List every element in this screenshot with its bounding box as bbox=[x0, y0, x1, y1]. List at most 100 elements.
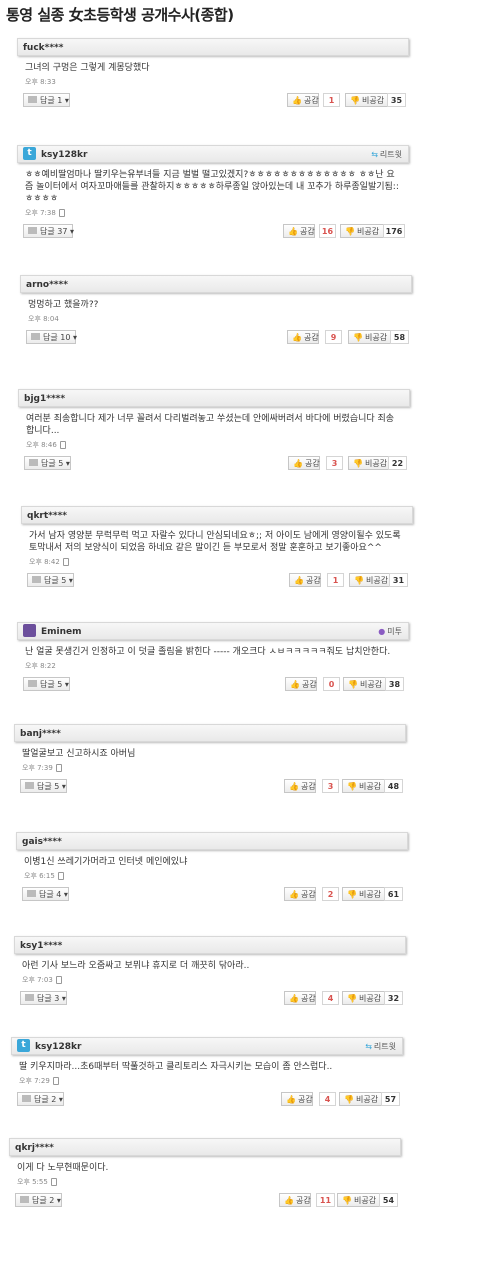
comment-author[interactable]: banj**** bbox=[20, 729, 61, 739]
thumbs-up-icon: 👍 bbox=[289, 890, 299, 899]
comment: t ksy128kr ⇆ 리트윗 ㅎㅎ예비딸엄마나 딸키우는유부녀들 지금 벌벌 떨… bbox=[17, 145, 409, 241]
reply-button[interactable]: 답글 5 ▾ bbox=[20, 779, 67, 793]
comment-time: 오후 7:38 bbox=[17, 205, 409, 218]
comment-author[interactable]: bjg1**** bbox=[24, 394, 65, 404]
reply-button[interactable]: 답글 4 ▾ bbox=[22, 887, 69, 901]
thumbs-down-icon: 👎 bbox=[350, 96, 360, 105]
thumbs-down-icon: 👎 bbox=[347, 782, 357, 791]
comment-author[interactable]: ksy128kr bbox=[41, 150, 87, 160]
total-count: 58 bbox=[390, 330, 409, 344]
comment-header: banj**** bbox=[14, 724, 406, 742]
thumbs-up-icon: 👍 bbox=[292, 333, 302, 342]
comment-text: ㅎㅎ예비딸엄마나 딸키우는유부녀들 지금 벌벌 떨고있겠지?ㅎㅎㅎㅎㅎㅎㅎㅎㅎㅎ… bbox=[25, 170, 399, 204]
thumbs-up-icon: 👍 bbox=[289, 994, 299, 1003]
comment-header: Eminem ● 미투 bbox=[17, 622, 409, 640]
comment-author[interactable]: Eminem bbox=[41, 627, 82, 637]
comment-time: 오후 8:22 bbox=[25, 662, 56, 670]
comment: ksy1**** 아런 기사 보느라 오줌싸고 보뮈냐 휴지로 더 깨끗히 닦아… bbox=[14, 936, 406, 1008]
comment-header: bjg1**** bbox=[18, 389, 410, 407]
like-button[interactable]: 👍 공감 bbox=[284, 779, 316, 793]
like-button[interactable]: 👍 공감 bbox=[284, 991, 316, 1005]
dislike-button[interactable]: 👎 비공감 bbox=[345, 93, 389, 107]
like-button[interactable]: 👍 공감 bbox=[285, 677, 317, 691]
dislike-button[interactable]: 👎 비공감 bbox=[342, 779, 386, 793]
comment-text: 이병1신 쓰레기가머라고 인터넷 메인에있냐 bbox=[24, 857, 188, 867]
like-count: 1 bbox=[323, 93, 340, 107]
like-button[interactable]: 👍 공감 bbox=[287, 330, 319, 344]
retweet-icon: ⇆ bbox=[365, 1042, 372, 1051]
like-count: 2 bbox=[322, 887, 339, 901]
dislike-button[interactable]: 👎 비공감 bbox=[342, 991, 386, 1005]
comment-source: ⇆ 리트윗 bbox=[371, 150, 402, 159]
reply-button[interactable]: 답글 2 ▾ bbox=[15, 1193, 62, 1207]
like-button[interactable]: 👍 공감 bbox=[289, 573, 321, 587]
comment-header: qkrj**** bbox=[9, 1138, 401, 1156]
comment: qkrt**** 가서 남자 영양분 무럭무럭 먹고 자랄수 있다니 안심되네요… bbox=[21, 506, 413, 590]
comment-actions: 답글 4 ▾ 👍 공감 2 👎 비공감 61 bbox=[16, 887, 408, 904]
dislike-button[interactable]: 👎 비공감 bbox=[349, 573, 393, 587]
comment-author[interactable]: ksy1**** bbox=[20, 941, 62, 951]
comment-time: 오후 7:29 bbox=[11, 1073, 403, 1086]
comment-actions: 답글 5 ▾ 👍 공감 3 👎 비공감 48 bbox=[14, 779, 406, 796]
like-button[interactable]: 👍 공감 bbox=[284, 887, 316, 901]
like-button[interactable]: 👍 공감 bbox=[287, 93, 319, 107]
thumbs-up-icon: 👍 bbox=[289, 782, 299, 791]
reply-button[interactable]: 답글 5 ▾ bbox=[23, 677, 70, 691]
total-count: 38 bbox=[385, 677, 404, 691]
mobile-icon bbox=[52, 1077, 59, 1085]
like-button[interactable]: 👍 공감 bbox=[288, 456, 320, 470]
comment-text: 아런 기사 보느라 오줌싸고 보뮈냐 휴지로 더 깨끗히 닦아라.. bbox=[22, 961, 250, 971]
twitter-icon: t bbox=[17, 1039, 30, 1052]
like-count: 4 bbox=[319, 1092, 336, 1106]
reply-button[interactable]: 답글 37 ▾ bbox=[23, 224, 74, 238]
thumbs-up-icon: 👍 bbox=[286, 1095, 296, 1104]
mobile-icon bbox=[55, 764, 62, 772]
reply-button[interactable]: 답글 1 ▾ bbox=[23, 93, 70, 107]
comment-author[interactable]: gais**** bbox=[22, 837, 62, 847]
comment-author[interactable]: qkrj**** bbox=[15, 1143, 54, 1153]
dislike-button[interactable]: 👎 비공감 bbox=[340, 224, 384, 238]
comment: t ksy128kr ⇆ 리트윗 딸 키우지마라...초6때부터 딱풀것하고 클리토… bbox=[11, 1037, 403, 1109]
comment-text: 난 얼굴 못생긴거 인정하고 이 덧글 졸림을 밝힌다 ----- 개오크다 ㅅ… bbox=[25, 647, 391, 657]
thumbs-down-icon: 👎 bbox=[345, 227, 355, 236]
comment-actions: 답글 1 ▾ 👍 공감 1 👎 비공감 35 bbox=[17, 93, 409, 110]
thumbs-down-icon: 👎 bbox=[342, 1196, 352, 1205]
comment-author[interactable]: arno**** bbox=[26, 280, 68, 290]
like-count: 4 bbox=[322, 991, 339, 1005]
comment-author[interactable]: ksy128kr bbox=[35, 1042, 81, 1052]
comment-actions: 답글 3 ▾ 👍 공감 4 👎 비공감 32 bbox=[14, 991, 406, 1008]
dislike-button[interactable]: 👎 비공감 bbox=[339, 1092, 383, 1106]
reply-button[interactable]: 답글 10 ▾ bbox=[26, 330, 77, 344]
like-button[interactable]: 👍 공감 bbox=[279, 1193, 311, 1207]
like-button[interactable]: 👍 공감 bbox=[283, 224, 315, 238]
mobile-icon bbox=[57, 872, 64, 880]
comment-header: arno**** bbox=[20, 275, 412, 293]
mobile-icon bbox=[55, 976, 62, 984]
me2day-icon bbox=[23, 624, 36, 637]
thumbs-down-icon: 👎 bbox=[353, 459, 363, 468]
like-button[interactable]: 👍 공감 bbox=[281, 1092, 313, 1106]
total-count: 48 bbox=[384, 779, 403, 793]
comment-actions: 답글 5 ▾ 👍 공감 1 👎 비공감 31 bbox=[21, 573, 413, 590]
dislike-button[interactable]: 👎 비공감 bbox=[348, 330, 392, 344]
reply-button[interactable]: 답글 5 ▾ bbox=[24, 456, 71, 470]
comment-author[interactable]: fuck**** bbox=[23, 43, 63, 53]
comment-time: 오후 6:15 bbox=[16, 868, 408, 881]
comment-time: 오후 7:39 bbox=[14, 760, 406, 773]
me2day-source-icon: ● bbox=[378, 627, 386, 636]
dislike-button[interactable]: 👎 비공감 bbox=[348, 456, 392, 470]
reply-button[interactable]: 답글 3 ▾ bbox=[20, 991, 67, 1005]
comment-actions: 답글 5 ▾ 👍 공감 0 👎 비공감 38 bbox=[17, 677, 409, 694]
comment-author[interactable]: qkrt**** bbox=[27, 511, 67, 521]
comment: banj**** 딸얼굴보고 신고하시죠 아버님 오후 7:39 답글 5 ▾ … bbox=[14, 724, 406, 796]
total-count: 57 bbox=[381, 1092, 400, 1106]
comment-text: 멍멍하고 했을까?? bbox=[28, 300, 99, 310]
dislike-button[interactable]: 👎 비공감 bbox=[337, 1193, 381, 1207]
dislike-button[interactable]: 👎 비공감 bbox=[343, 677, 387, 691]
speech-bubble-icon bbox=[32, 576, 41, 583]
reply-button[interactable]: 답글 2 ▾ bbox=[17, 1092, 64, 1106]
dislike-button[interactable]: 👎 비공감 bbox=[342, 887, 386, 901]
comment-header: qkrt**** bbox=[21, 506, 413, 524]
reply-button[interactable]: 답글 5 ▾ bbox=[27, 573, 74, 587]
thumbs-down-icon: 👎 bbox=[344, 1095, 354, 1104]
